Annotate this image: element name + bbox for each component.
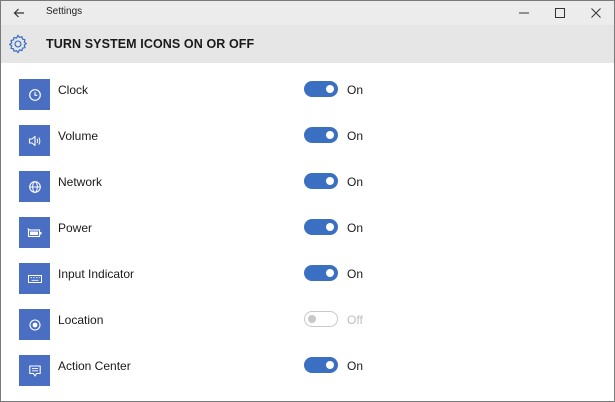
toggle-state-text: On	[347, 359, 364, 373]
power-toggle[interactable]	[304, 219, 338, 235]
setting-label: Network	[58, 175, 103, 189]
setting-label: Volume	[58, 129, 99, 143]
clock-tile	[19, 79, 50, 110]
close-button[interactable]	[578, 1, 614, 25]
page-header: TURN SYSTEM ICONS ON OR OFF	[1, 25, 614, 63]
power-tile	[19, 217, 50, 248]
network-tile	[19, 171, 50, 202]
toggle-knob	[326, 131, 334, 139]
volume-toggle[interactable]	[304, 127, 338, 143]
toggle-knob	[326, 269, 334, 277]
gear-icon	[9, 34, 27, 54]
input-indicator-tile	[19, 263, 50, 294]
volume-tile	[19, 125, 50, 156]
toggle-state-text: On	[347, 221, 364, 235]
location-tile	[19, 309, 50, 340]
clock-toggle[interactable]	[304, 81, 338, 97]
setting-label: Clock	[58, 83, 89, 97]
back-arrow-icon	[13, 8, 24, 18]
network-toggle[interactable]	[304, 173, 338, 189]
back-button[interactable]	[7, 3, 31, 23]
input-indicator-toggle[interactable]	[304, 265, 338, 281]
battery-icon	[26, 227, 41, 237]
setting-row-network: Network On	[1, 164, 614, 210]
action-center-icon	[28, 364, 41, 377]
setting-row-power: Power On	[1, 210, 614, 256]
volume-icon	[28, 135, 40, 146]
page-title: TURN SYSTEM ICONS ON OR OFF	[46, 37, 255, 51]
setting-row-clock: Clock On	[1, 72, 614, 118]
action-center-tile	[19, 355, 50, 386]
toggle-state-text: On	[347, 175, 364, 189]
setting-label: Input Indicator	[58, 267, 135, 281]
location-icon	[28, 318, 41, 331]
setting-row-input-indicator: Input Indicator On	[1, 256, 614, 302]
window-title: Settings	[46, 6, 83, 17]
keyboard-icon	[27, 274, 42, 283]
toggle-state-text: On	[347, 83, 364, 97]
maximize-button[interactable]	[542, 1, 578, 25]
toggle-state-text: On	[347, 267, 364, 281]
minimize-icon	[519, 12, 529, 14]
toggle-knob	[326, 361, 334, 369]
setting-row-volume: Volume On	[1, 118, 614, 164]
toggle-state-text: On	[347, 129, 364, 143]
settings-window: Settings TURN SYSTEM ICONS ON OR OFF Clo…	[0, 0, 615, 402]
clock-icon	[28, 88, 41, 101]
setting-label: Location	[58, 313, 104, 327]
location-toggle[interactable]	[304, 311, 338, 327]
toggle-state-text: Off	[347, 313, 363, 327]
minimize-button[interactable]	[506, 1, 542, 25]
close-icon	[591, 8, 601, 18]
setting-row-location: Location Off	[1, 302, 614, 348]
network-globe-icon	[28, 180, 41, 193]
window-controls	[506, 1, 614, 25]
maximize-icon	[555, 8, 565, 18]
setting-row-action-center: Action Center On	[1, 348, 614, 394]
title-bar: Settings	[1, 1, 614, 25]
action-center-toggle[interactable]	[304, 357, 338, 373]
setting-label: Power	[58, 221, 93, 235]
toggle-knob	[326, 85, 334, 93]
toggle-knob	[308, 314, 316, 323]
toggle-knob	[326, 177, 334, 185]
toggle-knob	[326, 223, 334, 231]
setting-label: Action Center	[58, 359, 131, 373]
